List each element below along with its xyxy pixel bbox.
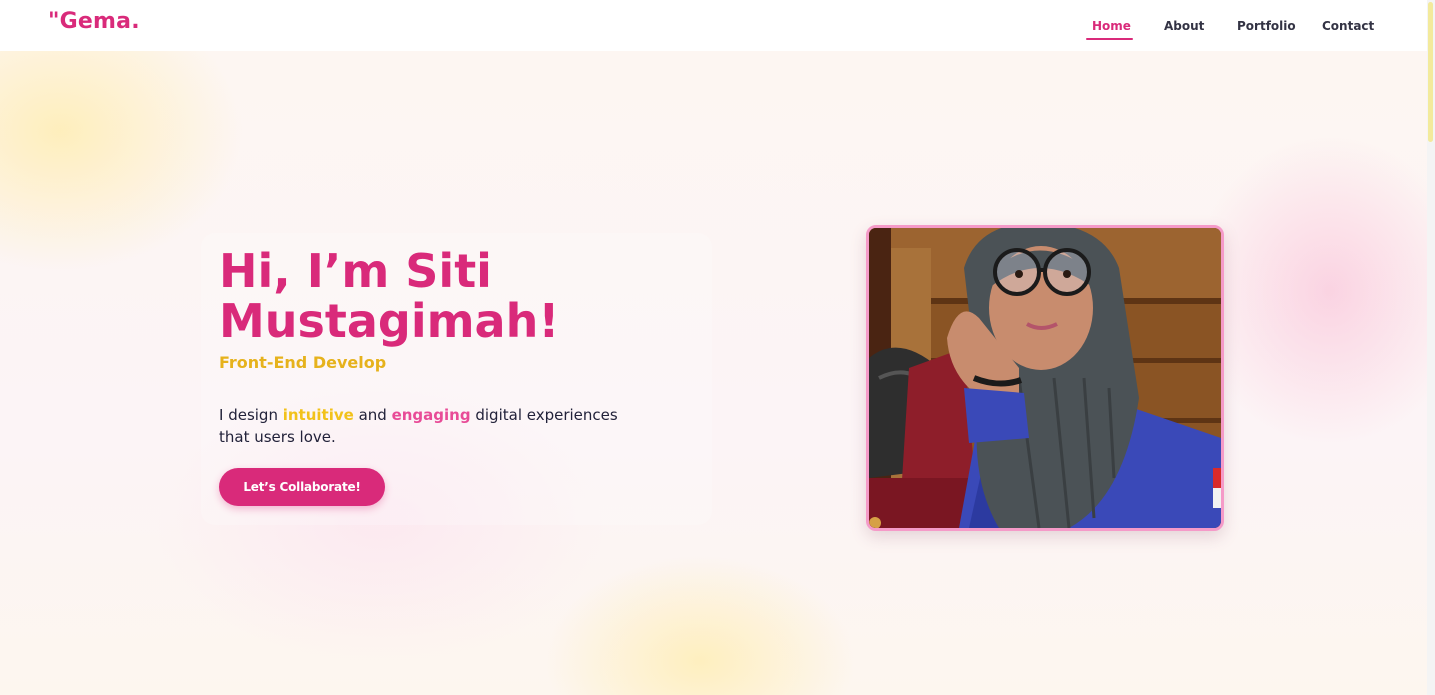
tagline-middle: and xyxy=(353,406,392,424)
scrollbar-thumb[interactable] xyxy=(1428,2,1433,142)
tagline-highlight-engaging: engaging xyxy=(391,406,471,424)
page-scrollbar[interactable] xyxy=(1427,0,1435,695)
tagline-highlight-intuitive: intuitive xyxy=(282,406,354,424)
nav-about[interactable]: About xyxy=(1164,19,1204,33)
profile-photo xyxy=(866,225,1224,531)
main-nav: Home About Portfolio Contact xyxy=(0,19,1427,41)
collaborate-button[interactable]: Let’s Collaborate! xyxy=(219,468,385,506)
nav-portfolio[interactable]: Portfolio xyxy=(1237,19,1296,33)
nav-contact[interactable]: Contact xyxy=(1322,19,1374,33)
site-header: "Gema. Home About Portfolio Contact xyxy=(0,0,1427,51)
portrait-photo-illustration xyxy=(869,228,1221,528)
tagline-prefix: I design xyxy=(219,406,283,424)
nav-home[interactable]: Home xyxy=(1086,19,1133,40)
hero-headline: Hi, I’m Siti Mustagimah! xyxy=(219,244,560,348)
hero-tagline: I design intuitive and engaging digital … xyxy=(219,404,639,448)
hero-role: Front-End Develop xyxy=(219,353,387,372)
